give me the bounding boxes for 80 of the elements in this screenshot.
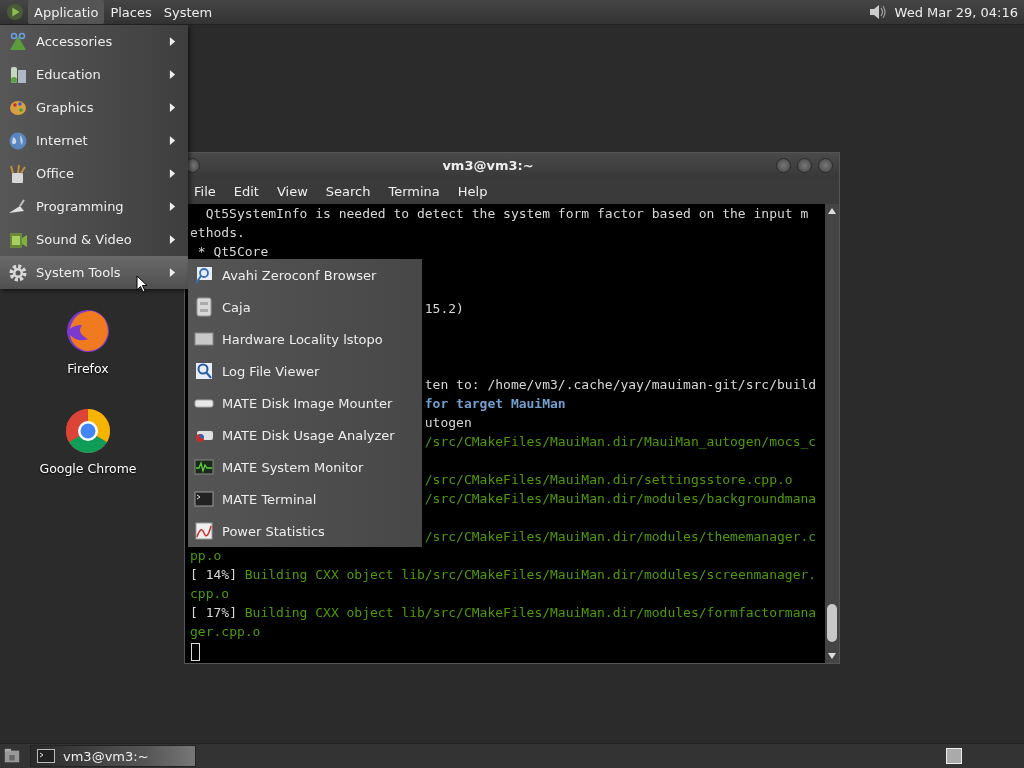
menu-item[interactable]: MATE Terminal (188, 483, 422, 515)
close-button[interactable] (818, 158, 833, 173)
taskbar-button[interactable]: vm3@vm3:~ (30, 745, 196, 767)
panel-menu[interactable]: System (157, 0, 219, 24)
clock[interactable]: Wed Mar 29, 04:16 (894, 4, 1018, 20)
scroll-down-icon[interactable] (827, 652, 837, 660)
terminal-line: for target MauiMan (424, 396, 566, 411)
terminal-line: Qt5SystemInfo is needed to detect the system form factor based on the input m (205, 206, 809, 221)
terminal-line: /src/CMakeFiles/MauiMan.dir/MauiMan_autogen/mocs_c (424, 434, 817, 449)
menu-item[interactable]: MATE Disk Usage Analyzer (188, 419, 422, 451)
terminal-line: /src/CMakeFiles/MauiMan.dir/modules/backgroundmana (424, 491, 817, 506)
submenu-arrow-icon (169, 234, 176, 245)
menu-item[interactable]: View (267, 180, 317, 202)
cabinet-icon (194, 297, 214, 317)
menu-item[interactable]: Caja (188, 291, 422, 323)
menu-item[interactable]: Sound & Video (0, 223, 188, 256)
window-title: vm3@vm3:~ (441, 158, 535, 173)
menu-item[interactable]: Office (0, 157, 188, 190)
scroll-up-icon[interactable] (827, 207, 837, 215)
chart-icon (194, 521, 214, 541)
scroll-thumb[interactable] (827, 604, 837, 642)
submenu-arrow-icon (169, 201, 176, 212)
submenu-arrow-icon (169, 135, 176, 146)
terminal-line: 15.2) (424, 301, 464, 316)
menu-item[interactable]: Programming (0, 190, 188, 223)
terminal-line: [ 17%] Building CXX object lib/src/CMakeFiles/MauiMan.dir/modules/formfactormana (190, 605, 817, 620)
menu-item[interactable]: Search (316, 180, 380, 202)
scrollbar[interactable] (825, 204, 839, 663)
terminal-line: utogen (424, 415, 472, 430)
menu-item[interactable]: Edit (224, 180, 268, 202)
terminal-line: pp.o (190, 548, 222, 563)
menu-item[interactable]: Help (448, 180, 497, 202)
submenu-arrow-icon (169, 102, 176, 113)
submenu-arrow-icon (169, 267, 176, 278)
menu-item[interactable]: Graphics (0, 91, 188, 124)
menu-item[interactable]: Log File Viewer (188, 355, 422, 387)
text-cursor (191, 642, 200, 661)
menu-item[interactable]: Accessories (0, 25, 188, 58)
menu-item[interactable]: Internet (0, 124, 188, 157)
terminal-icon (37, 749, 55, 763)
gear-icon (8, 262, 28, 283)
terminal-icon (194, 489, 214, 509)
cursor-icon (136, 275, 148, 293)
menu-item[interactable]: Termina (379, 180, 449, 202)
terminal-line: [ 14%] Building CXX object lib/src/CMakeFiles/MauiMan.dir/modules/screenmanager. (190, 567, 817, 582)
menu-item[interactable]: Avahi Zeroconf Browser (188, 259, 422, 291)
pencil-cup-icon (8, 163, 28, 184)
menu-item[interactable]: File (185, 180, 225, 202)
terminal-line: cpp.o (190, 586, 230, 601)
terminal-line: /src/CMakeFiles/MauiMan.dir/settingsstore.cpp.o (424, 472, 793, 487)
magnifier-icon (194, 265, 214, 285)
globe-icon (8, 130, 28, 151)
play-logo-icon[interactable] (6, 3, 24, 21)
submenu-arrow-icon (169, 69, 176, 80)
submenu-arrow-icon (169, 168, 176, 179)
screen-icon (194, 329, 214, 349)
desktop-icon-label[interactable]: Firefox (67, 361, 109, 376)
terminal-line: ethods. (190, 225, 245, 240)
menu-item[interactable]: MATE Disk Image Mounter (188, 387, 422, 419)
activity-graph-icon (194, 457, 214, 477)
submenu-arrow-icon (169, 36, 176, 47)
panel-menu[interactable]: Applicatio (28, 0, 105, 24)
menu-item[interactable]: Hardware Locality lstopo (188, 323, 422, 355)
menu-item[interactable]: Power Statistics (188, 515, 422, 547)
workspace-switcher[interactable] (946, 748, 962, 764)
menu-item[interactable]: System Tools (0, 256, 188, 289)
show-desktop-icon[interactable] (2, 747, 22, 765)
terminal-line: ten to: /home/vm3/.cache/yay/mauiman-git/src/build (424, 377, 817, 392)
terminal-line: ger.cpp.o (190, 624, 261, 639)
menu-item[interactable]: MATE System Monitor (188, 451, 422, 483)
maximize-button[interactable] (797, 158, 812, 173)
magnifier-icon (194, 361, 214, 381)
terminal-line: * Qt5Core (197, 244, 269, 259)
chrome-wheel-icon[interactable] (64, 407, 112, 455)
terminal-line: /src/CMakeFiles/MauiMan.dir/modules/thememanager.c (424, 529, 817, 544)
menu-item[interactable]: Education (0, 58, 188, 91)
minimize-button[interactable] (776, 158, 791, 173)
panel-menu[interactable]: Places (104, 0, 158, 24)
desktop-icon-label[interactable]: Google Chrome (39, 461, 137, 476)
fox-globe-icon[interactable] (64, 307, 112, 355)
